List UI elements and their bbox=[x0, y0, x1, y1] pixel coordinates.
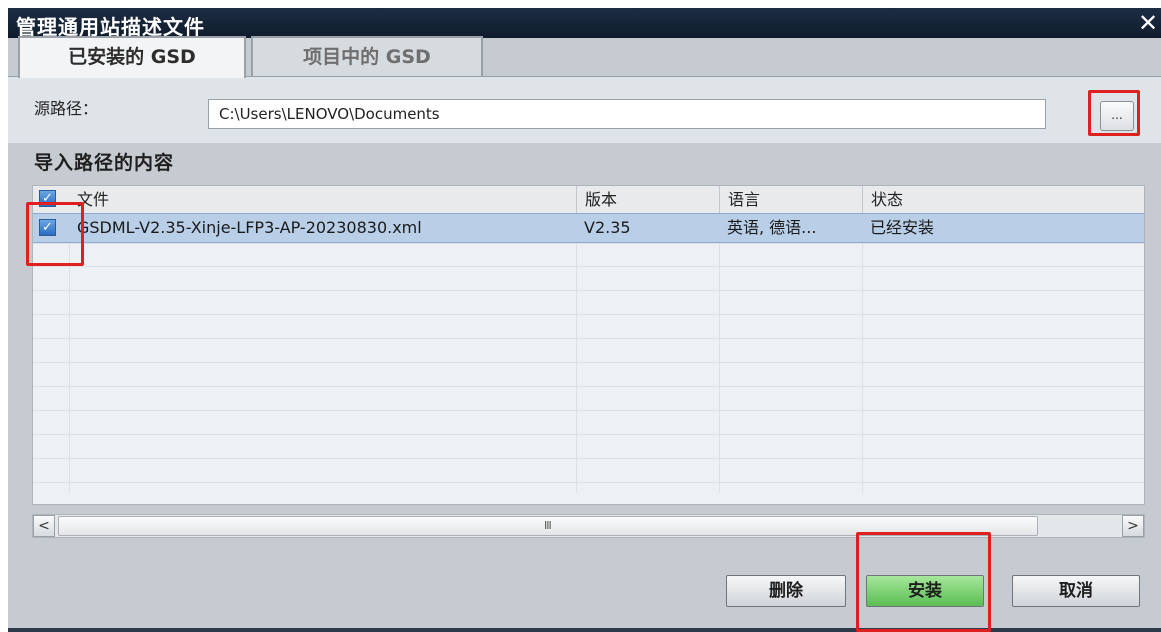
section-title: 导入路径的内容 bbox=[34, 152, 175, 174]
table-header: ✓ 文件 版本 语言 状态 bbox=[33, 186, 1144, 214]
grid-line bbox=[33, 434, 1144, 435]
grid-line bbox=[33, 458, 1144, 459]
grid-line bbox=[33, 266, 1144, 267]
column-header-file[interactable]: 文件 bbox=[69, 186, 579, 213]
grid-line bbox=[33, 386, 1144, 387]
grip-icon: III bbox=[544, 519, 552, 532]
column-header-language[interactable]: 语言 bbox=[719, 186, 862, 213]
table-row[interactable]: ✓ GSDML-V2.35-Xinje-LFP3-AP-20230830.xml… bbox=[33, 213, 1144, 243]
cancel-button[interactable]: 取消 bbox=[1012, 575, 1140, 607]
grid-line bbox=[69, 243, 70, 493]
annotation-box-browse bbox=[1088, 90, 1140, 136]
gsd-file-table: ✓ 文件 版本 语言 状态 ✓ GSDML-V2.35-Xinje-LFP3-A… bbox=[32, 185, 1145, 505]
annotation-box-checkbox bbox=[26, 202, 84, 266]
manage-gsd-dialog: 管理通用站描述文件 ✕ 已安装的 GSD 项目中的 GSD 源路径： C:\Us… bbox=[8, 8, 1161, 632]
source-path-bar: 源路径： C:\Users\LENOVO\Documents ... bbox=[8, 76, 1161, 143]
delete-button[interactable]: 删除 bbox=[726, 575, 846, 607]
row-status: 已经安装 bbox=[870, 218, 935, 237]
row-language: 英语, 德语... bbox=[727, 218, 817, 237]
grid-line bbox=[33, 314, 1144, 315]
annotation-box-install bbox=[856, 532, 991, 632]
grid-line bbox=[33, 290, 1144, 291]
grid-line bbox=[862, 243, 863, 493]
scroll-right-icon[interactable]: > bbox=[1122, 515, 1144, 537]
column-header-status[interactable]: 状态 bbox=[862, 186, 1144, 213]
grid-line bbox=[33, 243, 1144, 244]
grid-line bbox=[33, 410, 1144, 411]
row-file-name: GSDML-V2.35-Xinje-LFP3-AP-20230830.xml bbox=[77, 218, 422, 237]
grid-line bbox=[719, 243, 720, 493]
scroll-left-icon[interactable]: < bbox=[33, 515, 55, 537]
row-version: V2.35 bbox=[584, 218, 631, 237]
source-path-input[interactable]: C:\Users\LENOVO\Documents bbox=[208, 99, 1046, 129]
grid-line bbox=[33, 338, 1144, 339]
tab-installed-gsd[interactable]: 已安装的 GSD bbox=[18, 36, 246, 78]
grid-line bbox=[33, 362, 1144, 363]
source-path-label: 源路径： bbox=[34, 99, 99, 118]
grid-line bbox=[576, 243, 577, 493]
tab-project-gsd[interactable]: 项目中的 GSD bbox=[251, 36, 483, 76]
column-header-version[interactable]: 版本 bbox=[576, 186, 719, 213]
close-icon[interactable]: ✕ bbox=[1135, 8, 1161, 38]
title-bar: 管理通用站描述文件 ✕ bbox=[8, 8, 1161, 39]
grid-line bbox=[33, 482, 1144, 483]
